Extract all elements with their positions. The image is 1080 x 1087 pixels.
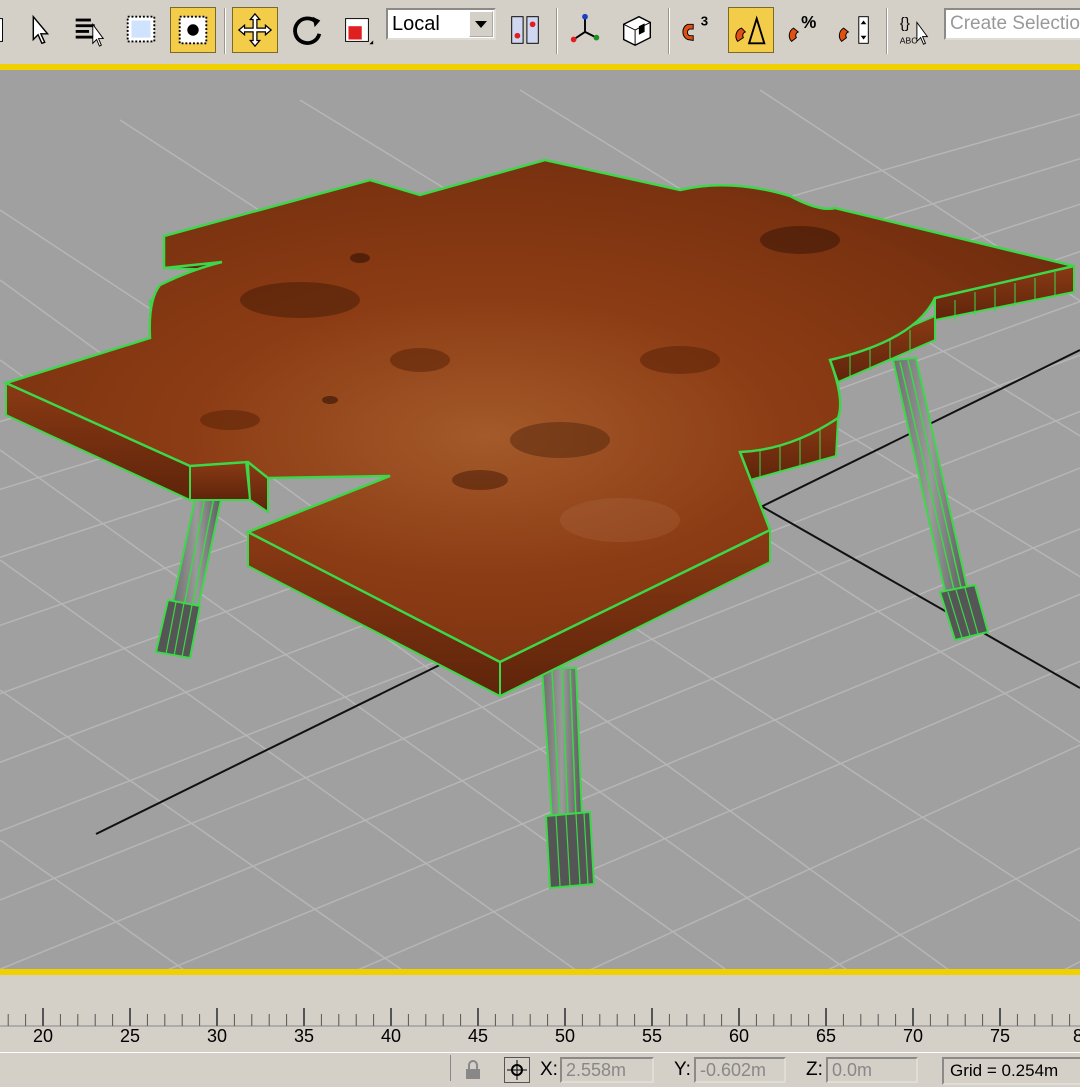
pivot-center-icon bbox=[511, 16, 539, 44]
absolute-mode-transform-button[interactable] bbox=[504, 1057, 530, 1083]
angle-snap-toggle[interactable] bbox=[728, 7, 774, 53]
snaps-toggle-button[interactable]: 3 bbox=[674, 7, 720, 53]
table-leg-front-left bbox=[154, 494, 224, 660]
select-by-name-button[interactable] bbox=[66, 7, 112, 53]
main-toolbar: Local 3 % {} ABC Create Selectio bbox=[0, 0, 1080, 65]
timeline-tick-label: 50 bbox=[554, 1026, 576, 1046]
override-box-icon bbox=[622, 15, 652, 46]
active-viewport-border bbox=[0, 969, 1080, 975]
list-cursor-icon bbox=[75, 18, 105, 47]
named-selection-icon: {} ABC bbox=[900, 15, 929, 45]
percent-snap-toggle[interactable]: % bbox=[780, 7, 826, 53]
status-bar: X: 2.558m Y: -0.602m Z: 0.0m Grid = 0.25… bbox=[0, 1052, 1080, 1085]
select-object-button[interactable] bbox=[16, 7, 62, 53]
prompt-area bbox=[0, 1055, 451, 1081]
window-crossing-toggle[interactable] bbox=[170, 7, 216, 53]
partial-tool-button[interactable] bbox=[0, 7, 16, 53]
timeline-tick-label: 25 bbox=[119, 1026, 141, 1046]
reference-coordinate-system-dropdown[interactable]: Local bbox=[386, 8, 496, 40]
svg-text:%: % bbox=[801, 13, 816, 32]
select-and-move-button[interactable] bbox=[232, 7, 278, 53]
scale-icon bbox=[345, 18, 374, 45]
rectangular-selection-region-button[interactable] bbox=[118, 7, 164, 53]
manipulate-icon bbox=[570, 13, 600, 43]
coord-system-value: Local bbox=[392, 13, 440, 35]
angle-snap-icon bbox=[735, 15, 766, 45]
timeline-tick-label: 60 bbox=[728, 1026, 750, 1046]
timeline-tick-label: 40 bbox=[380, 1026, 402, 1046]
timeline-tick-label: 8 bbox=[1072, 1026, 1080, 1046]
pivot-center-button[interactable] bbox=[502, 7, 548, 53]
keyboard-shortcut-override-button[interactable] bbox=[614, 7, 660, 53]
grid-size-display: Grid = 0.254m bbox=[942, 1057, 1080, 1085]
edit-named-selection-button[interactable]: {} ABC bbox=[892, 7, 938, 53]
selection-region-icon bbox=[126, 15, 156, 43]
timeline-tick-label: 75 bbox=[989, 1026, 1011, 1046]
rotate-icon bbox=[293, 16, 322, 45]
scene-render bbox=[0, 89, 1080, 970]
timeline-tick-label: 65 bbox=[815, 1026, 837, 1046]
dropdown-arrow-icon[interactable] bbox=[469, 11, 493, 37]
window-crossing-icon bbox=[178, 15, 208, 45]
percent-snap-icon: % bbox=[788, 13, 816, 43]
x-coordinate-label: X: bbox=[540, 1059, 558, 1080]
svg-text:3: 3 bbox=[701, 13, 708, 28]
z-coordinate-label: Z: bbox=[806, 1059, 823, 1080]
timeline-tick-label: 70 bbox=[902, 1026, 924, 1046]
crosshair-icon bbox=[507, 1060, 527, 1080]
cursor-arrow-icon bbox=[32, 14, 50, 45]
select-and-rotate-button[interactable] bbox=[284, 7, 330, 53]
named-selection-sets-field[interactable]: Create Selection Set bbox=[944, 8, 1080, 40]
select-and-manipulate-button[interactable] bbox=[562, 7, 608, 53]
move-arrows-icon bbox=[237, 12, 273, 48]
spinner-snap-icon bbox=[838, 16, 869, 44]
track-bar[interactable]: 20 25 30 35 40 45 50 55 60 65 70 75 8 bbox=[0, 976, 1080, 1052]
timeline-tick-label: 55 bbox=[641, 1026, 663, 1046]
svg-text:{}: {} bbox=[900, 15, 910, 32]
spinner-snap-toggle[interactable] bbox=[832, 7, 878, 53]
timeline-ruler bbox=[0, 1008, 1080, 1027]
x-coordinate-field[interactable]: 2.558m bbox=[560, 1057, 654, 1083]
select-and-scale-button[interactable] bbox=[334, 7, 380, 53]
svg-text:ABC: ABC bbox=[900, 35, 918, 45]
lock-icon[interactable] bbox=[462, 1059, 484, 1081]
table-leg-front-center bbox=[540, 667, 596, 890]
table-leg-back-right bbox=[891, 356, 990, 642]
perspective-viewport[interactable] bbox=[0, 70, 1080, 970]
timeline-tick-label: 45 bbox=[467, 1026, 489, 1046]
timeline-tick-label: 30 bbox=[206, 1026, 228, 1046]
timeline-tick-label: 35 bbox=[293, 1026, 315, 1046]
magnet-3d-icon: 3 bbox=[682, 13, 708, 42]
y-coordinate-label: Y: bbox=[674, 1059, 691, 1080]
y-coordinate-field[interactable]: -0.602m bbox=[694, 1057, 786, 1083]
z-coordinate-field[interactable]: 0.0m bbox=[826, 1057, 918, 1083]
timeline-tick-label: 20 bbox=[32, 1026, 54, 1046]
